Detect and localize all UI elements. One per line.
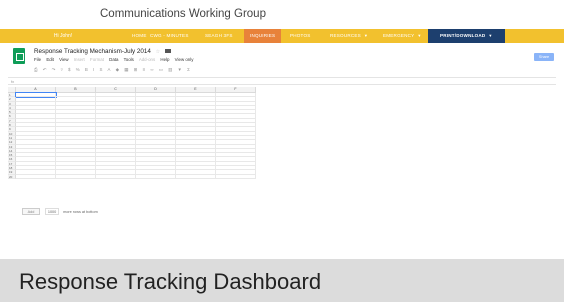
- percent-icon[interactable]: %: [76, 67, 80, 72]
- view-only-label: View only: [174, 57, 194, 62]
- caption-bar: Response Tracking Dashboard: [0, 259, 564, 302]
- chevron-down-icon: ▼: [417, 33, 422, 38]
- fx-label: fx: [11, 79, 15, 84]
- menu-file[interactable]: File: [34, 57, 41, 62]
- nav-item-print-download[interactable]: PRINT/DOWNLOAD ▼: [428, 29, 505, 43]
- strikethrough-icon[interactable]: S: [100, 67, 103, 72]
- nav-item-resources[interactable]: RESOURCES ▼: [330, 29, 368, 43]
- formula-bar[interactable]: fx: [8, 77, 556, 85]
- nav-item-cwg-minutes[interactable]: CWG - MINUTES: [150, 29, 189, 43]
- user-greeting: Hi John!: [53, 33, 73, 39]
- align-icon[interactable]: ≡: [143, 67, 146, 72]
- merge-icon[interactable]: ⊞: [134, 67, 138, 72]
- table-row: 20: [8, 174, 256, 179]
- functions-icon[interactable]: Σ: [187, 67, 190, 72]
- top-nav-bar: Hi John! HOME CWG - MINUTES SEAGH 3FS IN…: [0, 29, 564, 43]
- nav-item-inquiries[interactable]: INQUIRIES: [244, 29, 282, 43]
- document-title: Response Tracking Mechanism-July 2014: [34, 48, 151, 55]
- menu-edit[interactable]: Edit: [46, 57, 54, 62]
- menu-tools[interactable]: Tools: [124, 57, 134, 62]
- nav-item-photos[interactable]: PHOTOS: [290, 29, 311, 43]
- add-rows-control: Add 1000 more rows at bottom: [22, 208, 98, 215]
- text-color-icon[interactable]: A: [107, 67, 110, 72]
- nav-resources-label: RESOURCES: [330, 33, 361, 38]
- document-title-row: Response Tracking Mechanism-July 2014 ☆: [34, 48, 171, 55]
- print-icon[interactable]: ⎙: [34, 67, 38, 72]
- site-title: Communications Working Group: [100, 8, 266, 20]
- italic-icon[interactable]: I: [93, 67, 94, 72]
- page: Communications Working Group Hi John! HO…: [0, 0, 564, 302]
- fill-color-icon[interactable]: ◆: [116, 67, 119, 72]
- page-caption: Response Tracking Dashboard: [19, 269, 322, 294]
- menu-format[interactable]: Format: [90, 57, 104, 62]
- comment-icon[interactable]: ▭: [159, 67, 163, 72]
- chevron-down-icon: ▼: [488, 33, 493, 38]
- menu-data[interactable]: Data: [109, 57, 118, 62]
- share-button[interactable]: Share: [534, 53, 554, 61]
- grid-cell[interactable]: [216, 174, 256, 179]
- nav-item-3fs[interactable]: SEAGH 3FS: [205, 29, 233, 43]
- menu-help[interactable]: Help: [160, 57, 169, 62]
- menu-view[interactable]: View: [59, 57, 68, 62]
- add-rows-suffix: more rows at bottom: [63, 210, 98, 214]
- formatting-toolbar: ⎙ ↶ ↷ ▿ $ % B I S A ◆ ▦ ⊞ ≡ ∞ ▭ ▥ ▼ Σ: [34, 67, 554, 75]
- nav-emergency-label: EMERGENCY: [383, 33, 415, 38]
- grid-cell[interactable]: [176, 174, 216, 179]
- menu-bar: File Edit View Insert Format Data Tools …: [34, 57, 197, 62]
- grid-cell[interactable]: [16, 174, 56, 179]
- spreadsheet-grid: ABCDEF 1 2 3 4 5 6 7 8 9 10 11 12 13 14 15 16 17 18 19 20: [8, 87, 256, 179]
- filter-icon[interactable]: ▼: [178, 67, 182, 72]
- chevron-down-icon: ▼: [363, 33, 369, 38]
- currency-icon[interactable]: $: [68, 67, 70, 72]
- add-rows-count-input[interactable]: 1000: [45, 208, 60, 215]
- sheets-logo-icon: [13, 48, 25, 64]
- grid-cell[interactable]: [96, 174, 136, 179]
- redo-icon[interactable]: ↷: [52, 67, 56, 72]
- grid-cell[interactable]: [136, 174, 176, 179]
- paint-format-icon[interactable]: ▿: [61, 67, 63, 72]
- link-icon[interactable]: ∞: [150, 67, 153, 72]
- borders-icon[interactable]: ▦: [124, 67, 128, 72]
- menu-addons[interactable]: Add-ons: [139, 57, 155, 62]
- grid-cell[interactable]: [56, 174, 96, 179]
- star-icon[interactable]: ☆: [156, 49, 160, 55]
- bold-icon[interactable]: B: [85, 67, 88, 72]
- nav-item-emergency[interactable]: EMERGENCY ▼: [383, 29, 422, 43]
- row-header[interactable]: 20: [8, 174, 16, 179]
- add-rows-button[interactable]: Add: [22, 208, 40, 215]
- undo-icon[interactable]: ↶: [43, 67, 47, 72]
- nav-print-label: PRINT/DOWNLOAD: [440, 33, 486, 38]
- nav-item-home[interactable]: HOME: [132, 29, 147, 43]
- menu-insert[interactable]: Insert: [74, 57, 85, 62]
- folder-icon[interactable]: [164, 49, 171, 54]
- spreadsheet-embed: Response Tracking Mechanism-July 2014 ☆ …: [8, 43, 564, 248]
- chart-icon[interactable]: ▥: [168, 67, 172, 72]
